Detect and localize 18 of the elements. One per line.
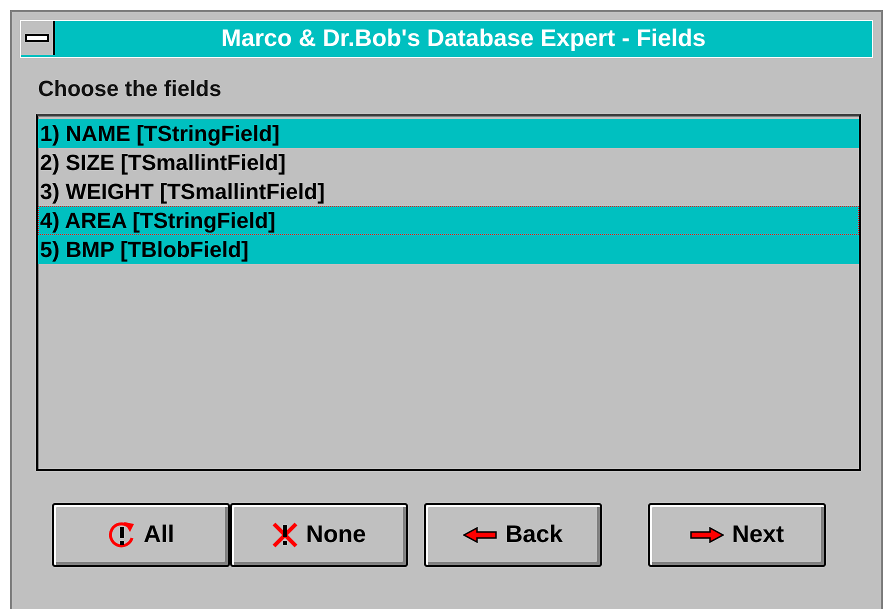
field-item[interactable]: 2) SIZE [TSmallintField] xyxy=(38,148,859,177)
field-item[interactable]: 5) BMP [TBlobField] xyxy=(38,235,859,264)
system-menu-button[interactable] xyxy=(21,21,55,55)
next-button[interactable]: Next xyxy=(648,503,826,567)
back-button[interactable]: Back xyxy=(424,503,602,567)
prompt-label: Choose the fields xyxy=(38,76,222,102)
field-item[interactable]: 3) WEIGHT [TSmallintField] xyxy=(38,177,859,206)
window-title: Marco & Dr.Bob's Database Expert - Fields xyxy=(220,24,707,54)
field-item[interactable]: 1) NAME [TStringField] xyxy=(38,119,859,148)
right-arrow-icon xyxy=(690,527,724,543)
field-item[interactable]: 4) AREA [TStringField] xyxy=(38,206,859,235)
left-arrow-icon xyxy=(463,527,498,543)
none-button[interactable]: None xyxy=(230,503,408,567)
refresh-icon xyxy=(108,520,136,550)
fields-list[interactable]: 1) NAME [TStringField] 2) SIZE [TSmallintField] 3) WEIGHT [TSmallintField] 4) AREA [TStringField] 5) BMP [TBlobField] xyxy=(36,114,861,471)
cross-icon xyxy=(272,522,298,548)
all-button[interactable]: All xyxy=(52,503,230,567)
minus-icon xyxy=(25,34,49,42)
